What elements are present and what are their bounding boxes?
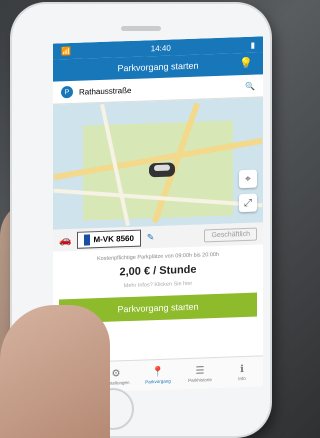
search-icon[interactable]: 🔍	[245, 81, 255, 90]
map-view[interactable]: ⌖ ⤢	[53, 97, 263, 230]
battery-icon: ▮	[250, 40, 255, 50]
pin-icon: 📍	[151, 366, 165, 378]
lightbulb-icon[interactable]: 💡	[239, 57, 253, 70]
phone-speaker	[121, 26, 161, 31]
list-icon: ☰	[195, 364, 205, 377]
tab-parking[interactable]: 📍 Parkvorgang	[137, 359, 179, 390]
signal-icon: 📶	[61, 46, 71, 56]
locate-icon[interactable]: ⌖	[239, 169, 257, 189]
car-icon: 🚗	[59, 234, 72, 246]
more-info-link[interactable]: Mehr Infos? Klicken Sie hier	[57, 278, 259, 291]
info-icon: ℹ	[240, 363, 244, 375]
eu-flag-icon	[84, 233, 91, 246]
expand-icon[interactable]: ⤢	[239, 193, 257, 213]
search-input[interactable]: Rathausstraße	[79, 81, 245, 96]
gear-icon: ⚙	[111, 367, 121, 380]
edit-icon[interactable]: ✎	[147, 232, 155, 243]
thumb	[0, 305, 110, 438]
parking-pin-icon: P	[61, 85, 73, 99]
tariff-price: 2,00 € / Stunde	[119, 263, 197, 279]
tab-info[interactable]: ℹ Info	[221, 356, 263, 387]
page-title: Parkvorgang starten	[117, 60, 199, 74]
car-marker	[149, 162, 175, 178]
license-plate[interactable]: M-VK 8560	[77, 229, 141, 249]
tab-label: Info	[238, 375, 246, 381]
tariff-info: Kostenpflichtige Parkplätze von 09:00h b…	[53, 244, 263, 291]
business-toggle[interactable]: Geschäftlich	[204, 227, 257, 242]
status-time: 14:40	[150, 43, 171, 53]
plate-number: M-VK 8560	[93, 233, 134, 244]
tab-history[interactable]: ☰ Parkhistorie	[179, 358, 221, 389]
tab-label: Parkvorgang	[145, 378, 171, 384]
tab-label: Parkhistorie	[188, 376, 212, 383]
